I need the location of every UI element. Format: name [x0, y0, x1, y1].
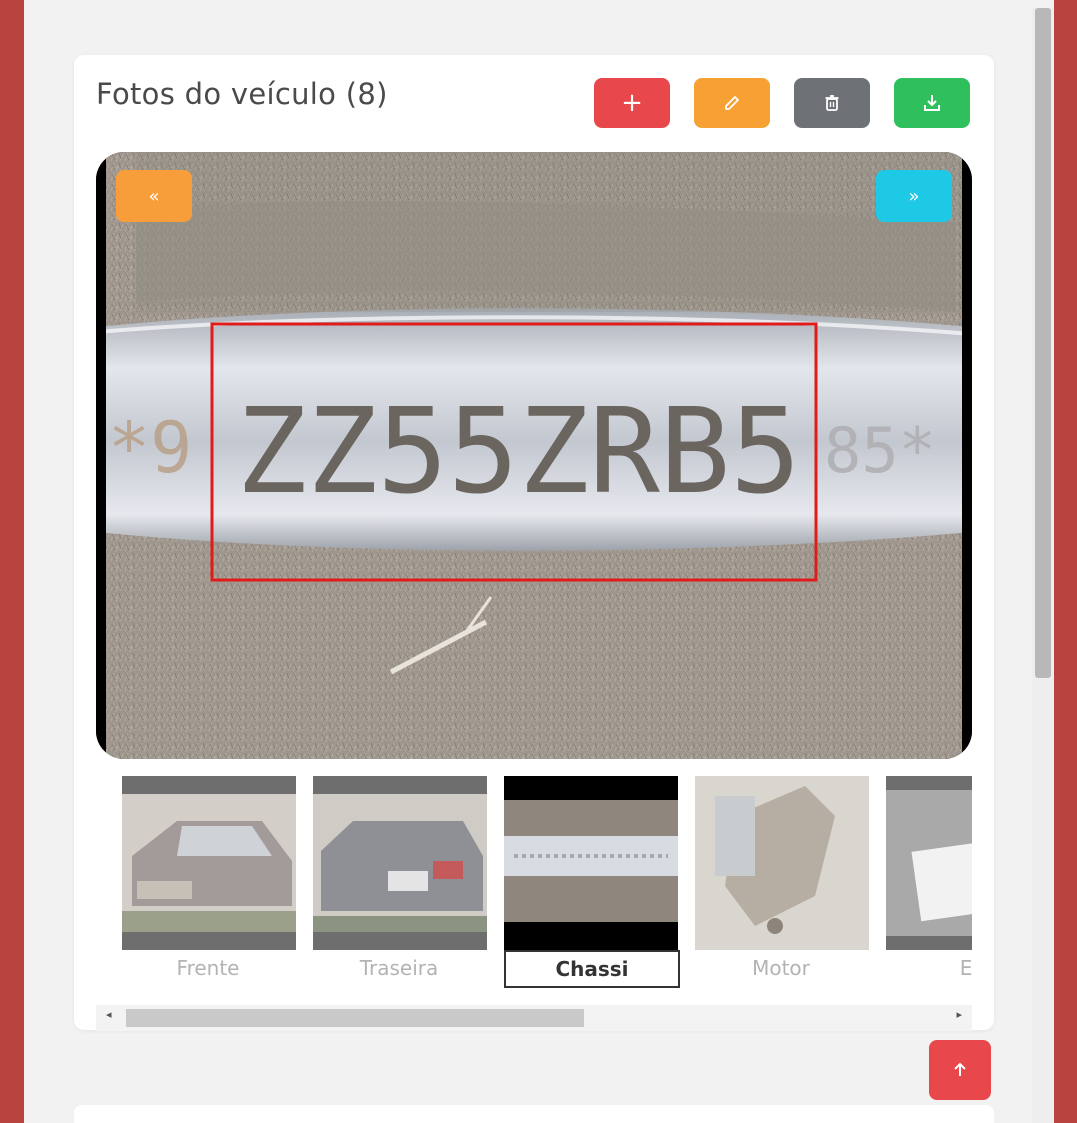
vertical-scrollbar[interactable] — [1032, 8, 1054, 1123]
next-photo-button[interactable]: » — [876, 170, 952, 222]
arrow-up-icon — [954, 1062, 966, 1076]
thumbnail-strip[interactable]: Frente Traseira Chassi Motor E — [122, 776, 972, 1016]
thumbnail-label: Frente — [176, 956, 240, 980]
thumbnail-image — [504, 776, 678, 950]
chassis-photo: *9 ZZ55ZRB5 85* — [96, 152, 972, 759]
vehicle-photos-card: Fotos do veículo (8) + *9 ZZ55ZRB5 85* «… — [74, 55, 994, 1031]
thumbnail-image — [695, 776, 869, 950]
back-to-top-button[interactable] — [929, 1040, 991, 1100]
thumbnail-image — [122, 776, 296, 950]
plate-prefix: *9 — [108, 407, 192, 489]
scrollbar-thumb[interactable] — [1035, 8, 1051, 678]
thumbnail-label: Chassi — [504, 950, 680, 988]
double-chevron-right-icon: » — [908, 185, 920, 207]
previous-photo-button[interactable]: « — [116, 170, 192, 222]
plate-suffix: 85* — [824, 414, 936, 487]
download-photo-button[interactable] — [894, 78, 970, 128]
card-title: Fotos do veículo (8) — [96, 77, 388, 111]
scroll-right-arrow-icon[interactable]: ▸ — [956, 1008, 962, 1021]
photo-viewer[interactable]: *9 ZZ55ZRB5 85* « » — [96, 152, 972, 759]
delete-photo-button[interactable] — [794, 78, 870, 128]
horizontal-scrollbar[interactable]: ◂ ▸ — [96, 1005, 972, 1031]
thumbnail-label: Ex — [959, 956, 972, 980]
chassis-number-text: ZZ55ZRB5 — [236, 382, 801, 520]
thumbnail-image — [313, 776, 487, 950]
horizontal-scrollbar-thumb[interactable] — [126, 1009, 584, 1027]
add-photo-button[interactable]: + — [594, 78, 670, 128]
next-section-card — [74, 1105, 994, 1123]
thumbnail-image — [886, 776, 972, 950]
thumbnail-label: Traseira — [359, 956, 439, 980]
download-icon — [924, 95, 940, 111]
thumbnail-label: Motor — [752, 956, 810, 980]
page: Fotos do veículo (8) + *9 ZZ55ZRB5 85* «… — [24, 0, 1054, 1123]
edit-photo-button[interactable] — [694, 78, 770, 128]
pencil-icon — [725, 96, 739, 110]
plus-icon: + — [621, 88, 643, 118]
scroll-left-arrow-icon[interactable]: ◂ — [106, 1008, 112, 1021]
double-chevron-left-icon: « — [148, 185, 160, 207]
trash-icon — [825, 95, 839, 111]
